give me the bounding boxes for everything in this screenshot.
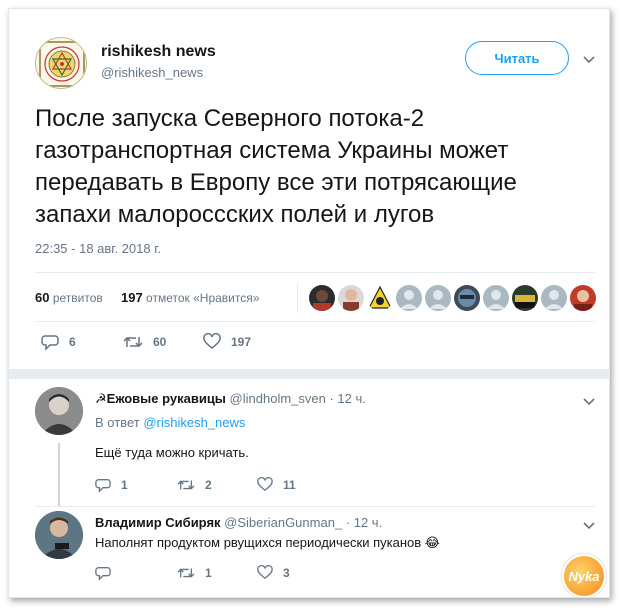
avatar[interactable] <box>35 511 83 559</box>
reply-time[interactable]: · 12 ч. <box>329 391 365 406</box>
reply-button[interactable] <box>95 565 121 581</box>
reply-actions: 1 2 11 <box>95 477 395 495</box>
retweet-count: 1 <box>205 566 212 580</box>
liker-avatar[interactable] <box>483 285 509 311</box>
watermark-logo: Nyka <box>562 554 606 597</box>
liker-avatar[interactable] <box>425 285 451 311</box>
stats-divider <box>297 283 298 313</box>
heart-icon <box>257 477 273 492</box>
liker-avatar[interactable] <box>367 285 393 311</box>
reply-to-prefix: В ответ <box>95 415 140 430</box>
like-count: 3 <box>283 565 290 580</box>
like-count: 197 <box>231 334 252 349</box>
reply-author-name[interactable]: Владимир Сибиряк <box>95 515 221 530</box>
retweet-button[interactable]: 60 <box>123 333 166 351</box>
retweet-icon <box>177 480 195 490</box>
thread-line <box>58 443 60 507</box>
author-handle[interactable]: @rishikesh_news <box>101 65 203 80</box>
section-separator <box>9 369 609 379</box>
reply-author-handle[interactable]: @lindholm_sven <box>230 391 326 406</box>
tweet-header: rishikesh news @rishikesh_news Читать <box>35 37 595 93</box>
tweet-text-line: После запуска Северного потока-2 <box>35 105 425 132</box>
reply-count: 6 <box>69 335 76 349</box>
reply-to-mention[interactable]: @rishikesh_news <box>143 415 245 430</box>
reply-icon <box>95 567 111 581</box>
retweet-icon <box>177 568 195 578</box>
author-avatar[interactable] <box>35 37 87 89</box>
reply-icon <box>95 479 111 493</box>
follow-button[interactable]: Читать <box>465 41 569 75</box>
author-name[interactable]: rishikesh news <box>101 43 216 61</box>
retweet-count: 2 <box>205 478 212 492</box>
sri-yantra-icon <box>39 41 85 87</box>
reply-author-handle[interactable]: @SiberianGunman_ <box>224 515 342 530</box>
avatar[interactable] <box>35 387 83 435</box>
liker-avatar[interactable] <box>396 285 422 311</box>
retweets-count: 60 <box>35 290 50 305</box>
reply-count: 1 <box>121 478 128 492</box>
liker-avatar[interactable] <box>309 285 335 311</box>
retweet-button[interactable]: 2 <box>177 477 212 493</box>
reply-time[interactable]: · 12 ч. <box>346 515 382 530</box>
reply-icon <box>41 335 59 351</box>
chevron-down-icon[interactable] <box>583 393 595 411</box>
tweet-actions: 6 60 197 <box>35 333 595 355</box>
like-button[interactable]: 197 <box>203 333 251 350</box>
liker-avatar[interactable] <box>541 285 567 311</box>
reply-to-line: В ответ @rishikesh_news <box>95 415 245 430</box>
reply-text: Наполнят продуктом рвущихся периодически… <box>95 535 440 550</box>
tweet-card: rishikesh news @rishikesh_news Читать По… <box>8 8 610 598</box>
stats-bar: 60 ретвитов 197 отметок «Нравится» <box>35 272 596 322</box>
retweets-stat[interactable]: 60 ретвитов <box>35 290 103 305</box>
retweet-count: 60 <box>153 335 167 349</box>
likes-count: 197 <box>121 290 143 305</box>
like-button[interactable]: 3 <box>257 565 290 580</box>
tweet-text: После запуска Северного потока-2 газотра… <box>35 103 595 231</box>
chevron-down-icon[interactable] <box>583 51 595 69</box>
reply-button[interactable]: 6 <box>41 333 76 351</box>
reply-item[interactable]: Владимир Сибиряк @SiberianGunman_ · 12 ч… <box>35 507 595 587</box>
retweets-label: ретвитов <box>52 291 103 305</box>
reply-text: Ещё туда можно кричать. <box>95 445 249 460</box>
likes-label: отметок «Нравится» <box>146 291 260 305</box>
tweet-timestamp[interactable]: 22:35 - 18 авг. 2018 г. <box>35 241 161 256</box>
heart-icon <box>203 333 221 349</box>
heart-icon <box>257 565 273 580</box>
reply-author-name[interactable]: ☭Ежовые рукавицы <box>95 391 226 406</box>
reply-item[interactable]: ☭Ежовые рукавицы @lindholm_sven · 12 ч. … <box>35 387 595 497</box>
like-button[interactable]: 11 <box>257 477 296 492</box>
like-count: 11 <box>283 477 296 492</box>
liker-avatar[interactable] <box>512 285 538 311</box>
retweet-icon <box>123 336 143 348</box>
retweet-button[interactable]: 1 <box>177 565 212 581</box>
tweet-text-line: газотранспортная система Украины может <box>35 137 509 164</box>
liker-avatar[interactable] <box>454 285 480 311</box>
reply-actions: 1 3 <box>95 565 395 583</box>
liker-avatar[interactable] <box>570 285 596 311</box>
tweet-text-line: передавать в Европу все эти потрясающие <box>35 169 517 196</box>
reply-header: Владимир Сибиряк @SiberianGunman_ · 12 ч… <box>95 515 382 530</box>
reply-button[interactable]: 1 <box>95 477 128 493</box>
tweet-text-line: запахи малороссских полей и лугов <box>35 201 435 228</box>
reply-header: ☭Ежовые рукавицы @lindholm_sven · 12 ч. <box>95 391 366 407</box>
liker-avatar[interactable] <box>338 285 364 311</box>
chevron-down-icon[interactable] <box>583 517 595 535</box>
likes-stat[interactable]: 197 отметок «Нравится» <box>121 290 259 305</box>
